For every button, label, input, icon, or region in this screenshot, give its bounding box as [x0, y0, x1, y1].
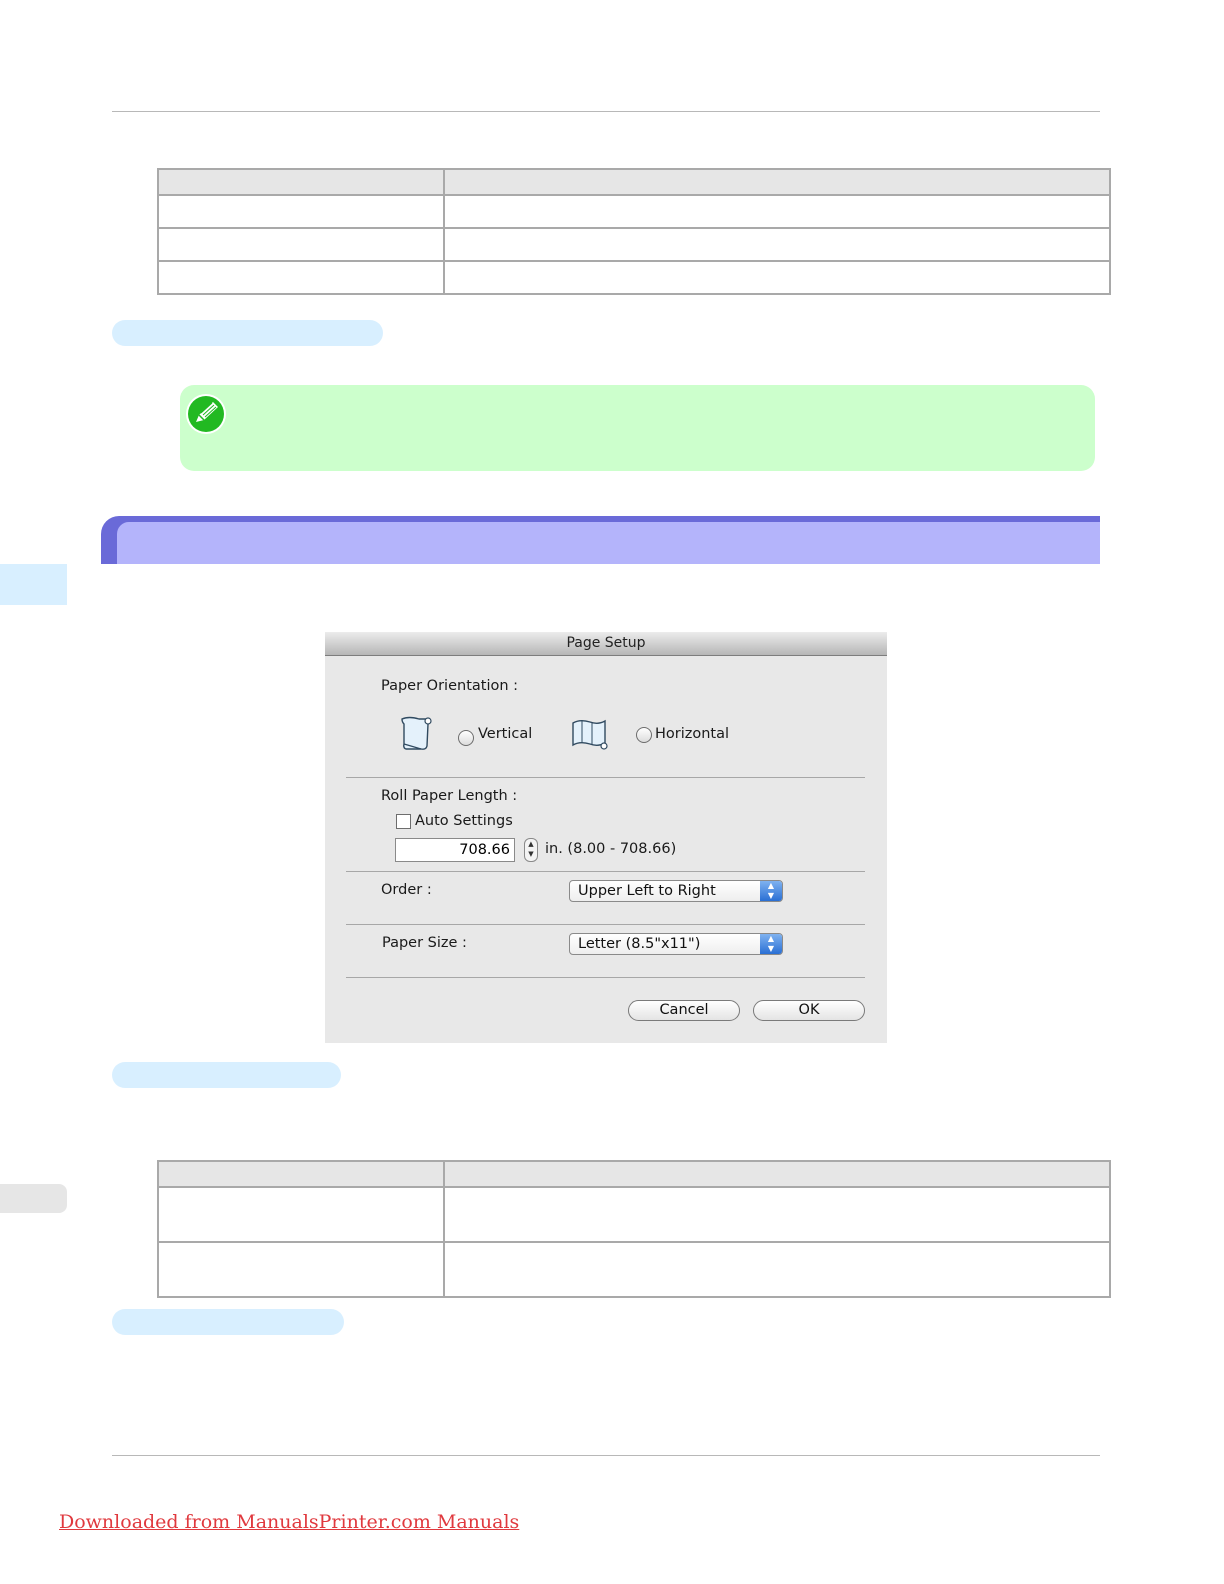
order-label: Order :	[381, 882, 432, 898]
auto-settings-checkbox[interactable]	[396, 814, 411, 829]
section-heading-bar	[101, 516, 1100, 564]
auto-settings-label: Auto Settings	[415, 813, 513, 829]
table-header-row	[157, 1160, 1111, 1188]
paper-size-select-value: Letter (8.5"x11")	[578, 936, 701, 952]
side-chapter-tab	[0, 564, 67, 605]
note-box	[180, 385, 1095, 471]
chevron-updown-icon: ▲ ▼	[760, 934, 782, 954]
orientation-label: Paper Orientation :	[381, 678, 519, 694]
cancel-button[interactable]: Cancel	[628, 1000, 740, 1021]
subheading-pill	[112, 320, 383, 346]
table-row	[157, 260, 1111, 295]
header-rule	[112, 111, 1100, 112]
separator	[346, 924, 865, 925]
table-row	[157, 194, 1111, 229]
chevron-updown-icon: ▲ ▼	[760, 881, 782, 901]
table-row	[157, 1186, 1111, 1243]
order-select[interactable]: Upper Left to Right ▲ ▼	[569, 880, 783, 902]
dialog-title: Page Setup	[325, 632, 887, 656]
ok-button[interactable]: OK	[753, 1000, 865, 1021]
separator	[346, 977, 865, 978]
table-row	[157, 227, 1111, 262]
order-select-value: Upper Left to Right	[578, 883, 716, 899]
roll-length-stepper[interactable]: ▲ ▼	[524, 838, 538, 862]
paper-size-select[interactable]: Letter (8.5"x11") ▲ ▼	[569, 933, 783, 955]
vertical-label: Vertical	[478, 726, 533, 742]
subheading-pill	[112, 1062, 341, 1088]
roll-length-range: in. (8.00 - 708.66)	[545, 841, 677, 857]
download-source-link[interactable]: Downloaded from ManualsPrinter.com Manua…	[59, 1511, 519, 1533]
roll-length-input[interactable]: 708.66	[395, 838, 515, 862]
section-heading-fill	[117, 522, 1100, 564]
subheading-pill	[112, 1309, 344, 1335]
footer-rule	[112, 1455, 1100, 1456]
separator	[346, 871, 865, 872]
vertical-roll-icon	[401, 716, 432, 750]
page-setup-dialog: Page Setup Paper Orientation : Vertical …	[325, 632, 887, 1043]
table-row	[157, 1241, 1111, 1298]
pencil-note-icon	[186, 394, 226, 434]
horizontal-roll-icon	[572, 719, 608, 750]
paper-size-label: Paper Size :	[382, 935, 467, 951]
horizontal-label: Horizontal	[655, 726, 730, 742]
roll-paper-length-label: Roll Paper Length :	[381, 788, 518, 804]
separator	[346, 777, 865, 778]
table-header-row	[157, 168, 1111, 196]
bottom-table	[157, 1160, 1111, 1298]
top-table	[157, 168, 1111, 295]
vertical-radio[interactable]	[458, 730, 474, 746]
horizontal-radio[interactable]	[636, 727, 652, 743]
side-index-tab	[0, 1184, 67, 1213]
